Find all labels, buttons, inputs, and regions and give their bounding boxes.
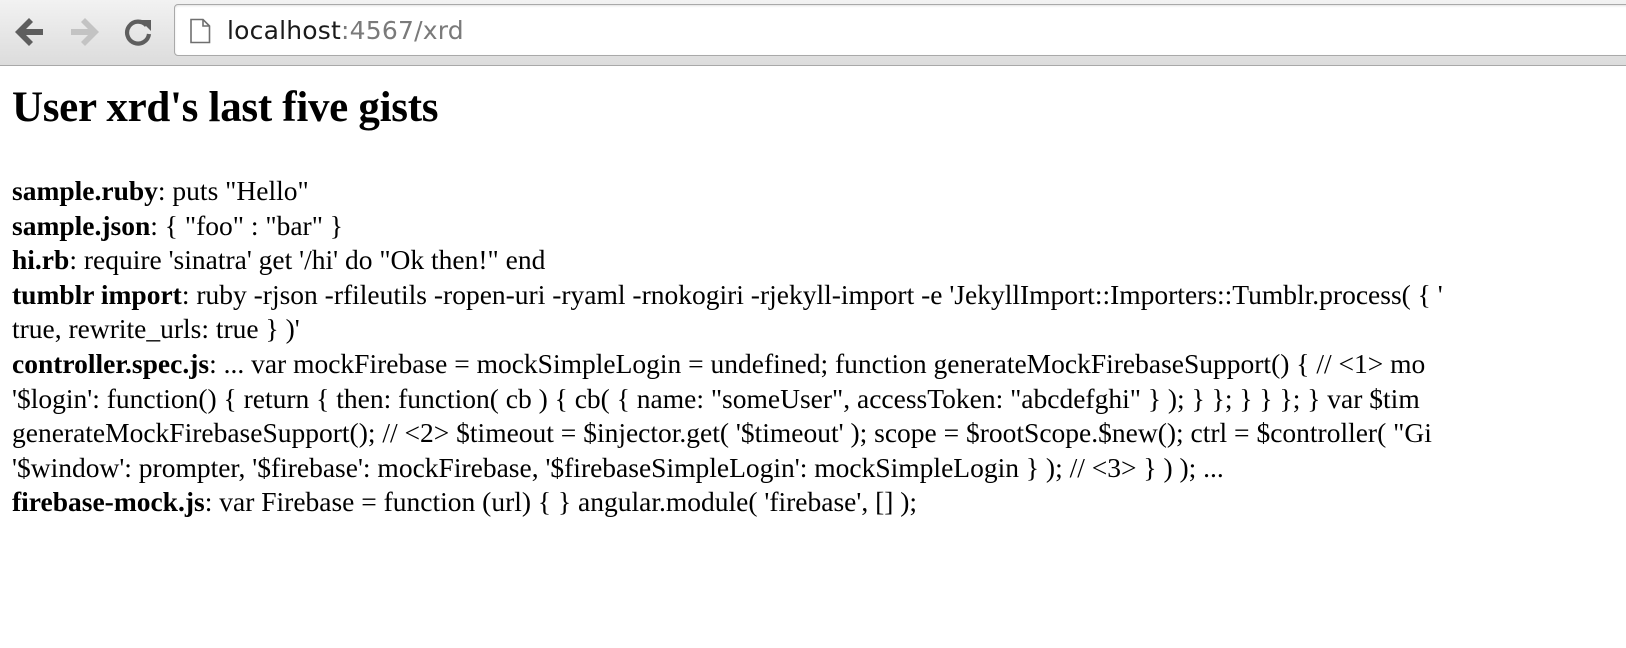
gist-filename: tumblr import [12, 278, 182, 310]
browser-toolbar: localhost:4567/xrd [0, 0, 1626, 66]
back-button[interactable] [10, 12, 50, 52]
gist-filename: firebase-mock.js [12, 486, 205, 518]
url-path: :4567/xrd [341, 16, 464, 45]
gist-content: : ... var mockFirebase = mockSimpleLogin… [209, 347, 1426, 379]
gist-entry: tumblr import: ruby -rjson -rfileutils -… [12, 278, 1626, 313]
gist-content: : var Firebase = function (url) { } angu… [204, 486, 918, 518]
gist-continuation: generateMockFirebaseSupport(); // <2> $t… [12, 416, 1626, 451]
gist-continuation: '$login': function() { return { then: fu… [12, 382, 1626, 417]
url-host: localhost [227, 16, 342, 45]
page-icon [190, 18, 211, 44]
arrow-left-icon [15, 18, 43, 46]
gist-filename: sample.json [12, 209, 151, 241]
gist-list: sample.ruby: puts "Hello" sample.json: { … [12, 174, 1626, 520]
gist-entry: firebase-mock.js: var Firebase = functio… [12, 485, 1626, 520]
forward-button[interactable] [64, 12, 104, 52]
gist-content: : puts "Hello" [157, 175, 309, 206]
gist-continuation: '$window': prompter, '$firebase': mockFi… [12, 451, 1626, 486]
gist-content: : require 'sinatra' get '/hi' do "Ok the… [69, 244, 546, 276]
gist-filename: hi.rb [12, 244, 70, 276]
gist-content: true, rewrite_urls: true } )' [12, 313, 300, 345]
arrow-right-icon [71, 18, 99, 46]
address-bar[interactable]: localhost:4567/xrd [174, 4, 1626, 56]
address-url[interactable]: localhost:4567/xrd [227, 15, 464, 47]
gist-entry: hi.rb: require 'sinatra' get '/hi' do "O… [12, 243, 1626, 278]
gist-continuation: true, rewrite_urls: true } )' [12, 312, 1626, 347]
gist-filename: sample.ruby [12, 175, 158, 206]
gist-content: : ruby -rjson -rfileutils -ropen-uri -ry… [181, 278, 1443, 310]
gist-entry: sample.json: { "foo" : "bar" } [12, 209, 1626, 244]
gist-content: '$login': function() { return { then: fu… [12, 382, 1420, 414]
gist-content: '$window': prompter, '$firebase': mockFi… [12, 451, 1224, 483]
gist-entry: sample.ruby: puts "Hello" [12, 174, 1626, 209]
gist-content: : { "foo" : "bar" } [150, 209, 344, 241]
gist-content: generateMockFirebaseSupport(); // <2> $t… [12, 417, 1432, 449]
page-title: User xrd's last five gists [12, 84, 439, 131]
gist-filename: controller.spec.js [12, 347, 210, 379]
reload-button[interactable] [118, 12, 158, 52]
page-content: User xrd's last five gists sample.ruby: … [12, 80, 1626, 520]
reload-icon [125, 19, 152, 46]
gist-entry: controller.spec.js: ... var mockFirebase… [12, 347, 1626, 382]
